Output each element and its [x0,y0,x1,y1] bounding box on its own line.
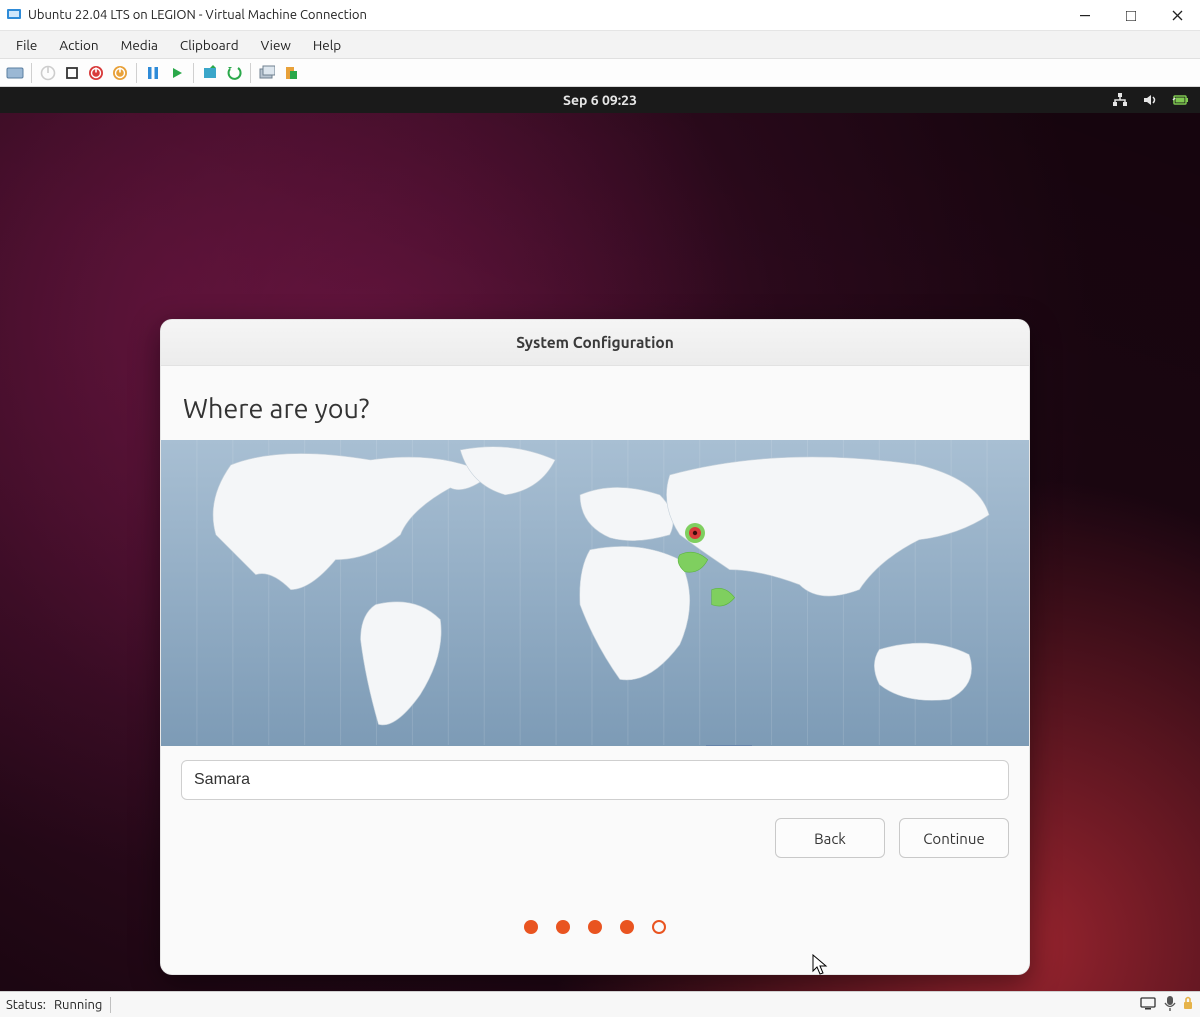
close-button[interactable] [1154,0,1200,31]
display-config-icon[interactable] [1140,996,1158,1013]
window-title: Ubuntu 22.04 LTS on LEGION - Virtual Mac… [28,8,367,22]
menu-action[interactable]: Action [49,34,108,56]
speaker-lock-icon[interactable] [1182,995,1194,1014]
installer-dialog: System Configuration Where are you? [160,319,1030,975]
network-icon[interactable] [1112,92,1128,108]
back-button[interactable]: Back [775,818,885,858]
system-tray[interactable] [1112,87,1190,113]
world-map-svg [161,440,1029,745]
turn-off-icon[interactable] [61,62,83,84]
microphone-icon[interactable] [1164,995,1176,1014]
shutdown-icon[interactable] [85,62,107,84]
toolbar [0,59,1200,87]
menubar: File Action Media Clipboard View Help [0,31,1200,59]
step-dot-1 [524,920,538,934]
menu-view[interactable]: View [251,34,301,56]
step-indicator [181,920,1009,934]
save-icon[interactable] [109,62,131,84]
maximize-button[interactable] [1108,0,1154,31]
step-dot-2 [556,920,570,934]
minimize-button[interactable] [1062,0,1108,31]
location-input[interactable] [181,760,1009,800]
timezone-map[interactable] [161,440,1029,746]
window-titlebar: Ubuntu 22.04 LTS on LEGION - Virtual Mac… [0,0,1200,31]
step-dot-5 [652,920,666,934]
battery-icon[interactable] [1172,93,1190,107]
menu-file[interactable]: File [6,34,47,56]
status-value: Running [54,998,102,1012]
revert-icon[interactable] [223,62,245,84]
installer-title: System Configuration [161,320,1029,366]
volume-icon[interactable] [1142,92,1158,108]
installer-heading: Where are you? [183,394,1009,424]
location-pin-icon [682,520,708,546]
status-label: Status: [6,998,46,1012]
app-icon [6,6,22,25]
share-icon[interactable] [280,62,302,84]
step-dot-4 [620,920,634,934]
clock-label[interactable]: Sep 6 09:23 [563,92,637,108]
menu-media[interactable]: Media [111,34,168,56]
start-icon[interactable] [37,62,59,84]
pause-icon[interactable] [142,62,164,84]
menu-clipboard[interactable]: Clipboard [170,34,249,56]
checkpoint-icon[interactable] [199,62,221,84]
gnome-top-bar[interactable]: Sep 6 09:23 [0,87,1200,113]
enhanced-session-icon[interactable] [256,62,278,84]
statusbar: Status: Running [0,991,1200,1017]
ctrl-alt-del-icon[interactable] [4,62,26,84]
reset-icon[interactable] [166,62,188,84]
menu-help[interactable]: Help [303,34,351,56]
step-dot-3 [588,920,602,934]
continue-button[interactable]: Continue [899,818,1009,858]
vm-viewport[interactable]: Sep 6 09:23 System Configuration Where a… [0,87,1200,991]
